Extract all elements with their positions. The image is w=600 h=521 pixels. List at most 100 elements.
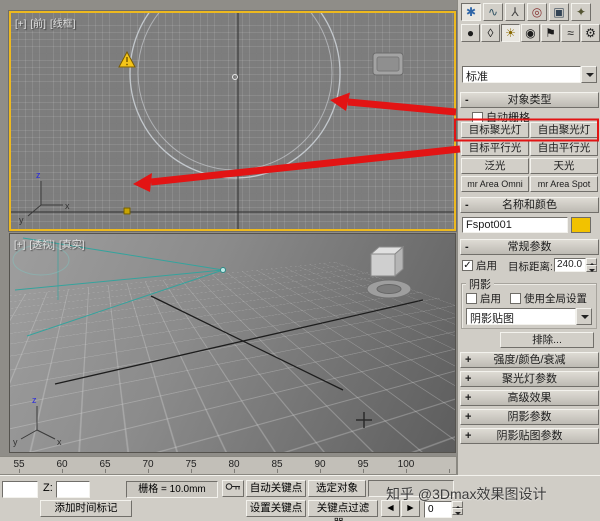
axis-x-label: x [57, 437, 62, 447]
track-bar[interactable]: 55 60 65 70 75 80 85 90 95 100 [0, 456, 457, 475]
rollout-intensity-color-attenuation[interactable]: + 强度/颜色/衰减 [460, 352, 599, 368]
trackbar-tick: 85 [271, 459, 283, 470]
frame-spinner[interactable] [452, 501, 463, 515]
create-icon: ✱ [465, 5, 477, 19]
scene-object-front[interactable] [372, 52, 404, 76]
cameras-category-button[interactable]: ◉ [521, 24, 540, 42]
mr-area-spot-button[interactable]: mr Area Spot [530, 176, 598, 192]
viewport-shading-menu[interactable]: [线框] [50, 19, 76, 30]
viewport-menu-plus[interactable]: [+] [15, 19, 26, 30]
viewport-front[interactable]: [+] [前] [线框] z x y [9, 11, 456, 231]
viewport-name-menu[interactable]: [透视] [29, 240, 55, 251]
use-global-row[interactable]: 使用全局设置 [510, 291, 587, 305]
systems-category-button[interactable]: ⚙ [581, 24, 600, 42]
helpers-category-button[interactable]: ⚑ [541, 24, 560, 42]
light-type-dropdown[interactable]: 标准 [462, 66, 597, 83]
rollout-shadow-map-params[interactable]: + 阴影贴图参数 [460, 428, 599, 444]
auto-key-button[interactable]: 自动关键点 [246, 480, 306, 497]
rollout-advanced-effects[interactable]: + 高级效果 [460, 390, 599, 406]
geometry-category-button[interactable]: ● [461, 24, 480, 42]
trackbar-tick: 65 [99, 459, 111, 470]
display-tab[interactable]: ▣ [549, 3, 569, 21]
use-global-label: 使用全局设置 [524, 292, 587, 305]
rollout-spotlight-params[interactable]: + 聚光灯参数 [460, 371, 599, 387]
chevron-down-icon[interactable] [581, 66, 597, 83]
spinner-down-icon[interactable] [586, 265, 597, 272]
prompt-line [368, 480, 454, 497]
rollout-shadow-params[interactable]: + 阴影参数 [460, 409, 599, 425]
target-spotlight-button[interactable]: 目标聚光灯 [461, 122, 529, 138]
autogrid-checkbox[interactable] [472, 111, 483, 123]
hierarchy-tab[interactable]: ⅄ [505, 3, 525, 21]
axis-x-label: x [65, 201, 70, 211]
skylight-button[interactable]: 天光 [530, 158, 598, 174]
target-distance-spinner[interactable] [586, 258, 597, 272]
object-name-input[interactable]: Fspot001 [462, 217, 568, 233]
shadow-enable-row[interactable]: 启用 [466, 291, 501, 305]
light-node-marker[interactable] [123, 207, 131, 215]
viewport-area: [+] [前] [线框] z x y [+] [透视] [真实] z x y [0, 0, 457, 456]
viewport-perspective[interactable]: [+] [透视] [真实] z x y [9, 233, 456, 453]
object-color-swatch[interactable] [571, 217, 591, 233]
light-enable-row[interactable]: ✓ 启用 [462, 258, 497, 272]
spacewarps-category-button[interactable]: ≈ [561, 24, 580, 42]
axis-y-label: y [13, 437, 18, 447]
modify-tab[interactable]: ∿ [483, 3, 503, 21]
spinner-up-icon[interactable] [586, 258, 597, 266]
exclude-button[interactable]: 排除... [500, 332, 594, 348]
grid-axis-line-2 [54, 299, 424, 385]
scene-object-perspective[interactable] [366, 245, 412, 299]
add-time-tag-button[interactable]: 添加时间标记 [40, 500, 132, 517]
coordinate-z-input[interactable] [56, 481, 90, 498]
rollout-title: 聚光灯参数 [502, 373, 557, 385]
set-keys-button[interactable] [222, 480, 244, 497]
spotlight-apex-marker[interactable] [220, 267, 226, 273]
viewport-menu-plus[interactable]: [+] [14, 240, 25, 251]
mr-area-omni-button[interactable]: mr Area Omni [461, 176, 529, 192]
create-tab[interactable]: ✱ [461, 3, 481, 21]
modify-icon: ∿ [487, 5, 499, 19]
axis-z-label: z [36, 170, 41, 180]
grid-size-display: 栅格 = 10.0mm [126, 481, 218, 498]
current-frame-input[interactable]: 0 [424, 501, 452, 518]
key-filters-button[interactable]: 关键点过滤器... [308, 500, 378, 521]
geometry-icon: ● [466, 26, 475, 40]
target-direct-button[interactable]: 目标平行光 [461, 140, 529, 156]
target-distance-input[interactable]: 240.0 [554, 258, 586, 272]
viewport-persp-label[interactable]: [+] [透视] [真实] [14, 236, 89, 251]
viewport-front-label[interactable]: [+] [前] [线框] [15, 15, 80, 30]
previous-key-icon: ◄ [385, 502, 396, 514]
set-key-button[interactable]: 设置关键点 [246, 500, 306, 517]
light-type-dropdown-value[interactable]: 标准 [462, 66, 581, 83]
rollout-name-color[interactable]: - 名称和颜色 [460, 197, 599, 213]
spinner-down-icon[interactable] [452, 508, 463, 515]
shadow-enable-checkbox[interactable] [466, 292, 477, 304]
omni-button[interactable]: 泛光 [461, 158, 529, 174]
free-direct-button[interactable]: 自由平行光 [530, 140, 598, 156]
rollout-general-params[interactable]: - 常规参数 [460, 239, 599, 255]
trackbar-tick: 90 [314, 459, 326, 470]
next-key-button[interactable]: ► [401, 500, 420, 517]
light-enable-checkbox[interactable]: ✓ [462, 259, 473, 271]
free-spotlight-button[interactable]: 自由聚光灯 [530, 122, 598, 138]
lights-icon: ☀ [505, 26, 516, 40]
motion-tab[interactable]: ◎ [527, 3, 547, 21]
helpers-icon: ⚑ [545, 26, 556, 40]
expand-indicator: + [465, 373, 472, 385]
trackbar-tick: 55 [13, 459, 25, 470]
spinner-up-icon[interactable] [452, 501, 463, 509]
viewport-shading-menu[interactable]: [真实] [59, 240, 85, 251]
trackbar-tick: 95 [357, 459, 369, 470]
shadow-type-dropdown[interactable]: 阴影贴图 [466, 308, 592, 325]
previous-key-button[interactable]: ◄ [381, 500, 400, 517]
coordinate-x-input[interactable] [2, 481, 38, 498]
utilities-tab[interactable]: ✦ [571, 3, 591, 21]
lights-category-button[interactable]: ☀ [501, 24, 520, 42]
expand-indicator: + [465, 430, 472, 442]
use-global-checkbox[interactable] [510, 292, 521, 304]
shadow-type-value[interactable]: 阴影贴图 [466, 308, 576, 325]
shapes-category-button[interactable]: ◊ [481, 24, 500, 42]
rollout-object-type[interactable]: - 对象类型 [460, 92, 599, 108]
chevron-down-icon[interactable] [576, 308, 592, 325]
viewport-name-menu[interactable]: [前] [30, 19, 46, 30]
